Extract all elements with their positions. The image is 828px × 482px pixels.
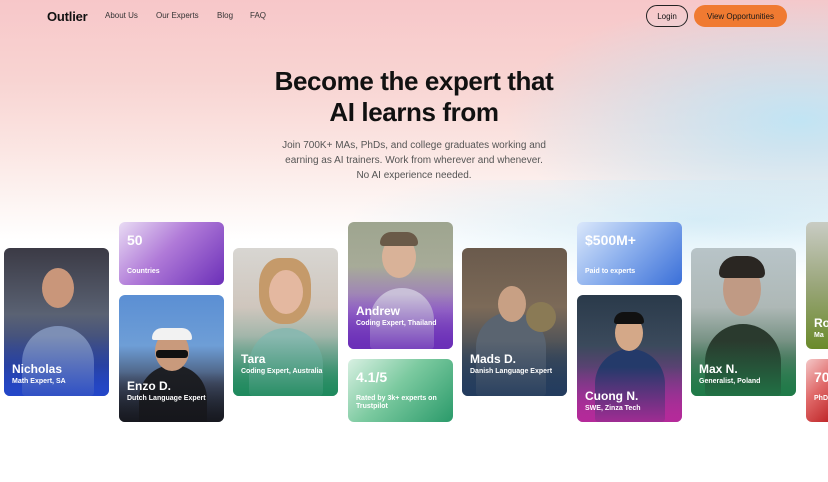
nav-link-about-us[interactable]: About Us: [105, 11, 138, 20]
stat-card-countries: 50 Countries: [119, 222, 224, 285]
logo[interactable]: Outlier: [47, 9, 88, 24]
stat-value: 50: [127, 232, 143, 248]
expert-role: SWE, Zinza Tech: [585, 405, 641, 412]
hero-title: Become the expert that AI learns from: [214, 66, 614, 128]
hero-subtitle-line-1: Join 700K+ MAs, PhDs, and college gradua…: [282, 140, 546, 151]
stat-card-trustpilot: 4.1/5 Rated by 3k+ experts on Trustpilot: [348, 359, 453, 422]
expert-name: Max N.: [699, 362, 738, 376]
expert-name: Ro: [814, 316, 828, 330]
stat-value: 4.1/5: [356, 369, 388, 385]
stat-caption: Paid to experts: [585, 268, 636, 275]
cap-shape: [152, 328, 192, 340]
expert-role: Dutch Language Expert: [127, 395, 206, 402]
expert-card-tara[interactable]: Tara Coding Expert, Australia: [233, 248, 338, 396]
stat-caption: Countries: [127, 268, 160, 275]
hero-title-line-2: AI learns from: [329, 97, 499, 127]
hair-shape: [614, 312, 644, 324]
stat-value: 70: [814, 369, 828, 385]
expert-name: Andrew: [356, 304, 401, 318]
expert-card-cuong[interactable]: Cuong N. SWE, Zinza Tech: [577, 295, 682, 422]
expert-name: Mads D.: [470, 352, 517, 366]
hair-shape: [719, 256, 765, 278]
view-opportunities-button[interactable]: View Opportunities: [694, 5, 787, 27]
expert-card-nicholas[interactable]: Nicholas Math Expert, SA: [4, 248, 109, 396]
stat-card-phd: 70 PhD onb: [806, 359, 828, 422]
stat-caption: Rated by 3k+ experts on Trustpilot: [356, 395, 437, 410]
top-nav: Outlier About Us Our Experts Blog FAQ Lo…: [0, 0, 828, 32]
expert-role: Danish Language Expert: [470, 368, 553, 375]
hero-subtitle-line-3: No AI experience needed.: [356, 170, 472, 181]
nav-link-faq[interactable]: FAQ: [250, 11, 266, 20]
hero-title-line-1: Become the expert that: [274, 66, 554, 96]
expert-name: Nicholas: [12, 362, 63, 376]
expert-role: Math Expert, SA: [12, 378, 66, 385]
nav-link-blog[interactable]: Blog: [217, 11, 233, 20]
expert-name: Cuong N.: [585, 389, 639, 403]
stat-caption: PhD onb: [814, 395, 828, 402]
expert-role: Coding Expert, Thailand: [356, 320, 437, 327]
hero-subtitle: Join 700K+ MAs, PhDs, and college gradua…: [264, 138, 564, 183]
hero-subtitle-line-2: earning as AI trainers. Work from wherev…: [285, 155, 543, 166]
hair-shape: [380, 232, 418, 246]
globe-shape: [526, 302, 556, 332]
expert-name: Enzo D.: [127, 379, 171, 393]
expert-role: Ma: [814, 332, 824, 339]
expert-card-ro[interactable]: Ro Ma: [806, 222, 828, 349]
expert-photo-head: [42, 268, 74, 308]
expert-role: Generalist, Poland: [699, 378, 761, 385]
stat-value: $500M+: [585, 232, 636, 248]
expert-card-enzo[interactable]: Enzo D. Dutch Language Expert: [119, 295, 224, 422]
login-button[interactable]: Login: [646, 5, 688, 27]
sunglasses-shape: [156, 350, 188, 358]
expert-card-andrew[interactable]: Andrew Coding Expert, Thailand: [348, 222, 453, 349]
expert-card-max[interactable]: Max N. Generalist, Poland: [691, 248, 796, 396]
expert-name: Tara: [241, 352, 266, 366]
nav-link-our-experts[interactable]: Our Experts: [156, 11, 199, 20]
expert-card-mads[interactable]: Mads D. Danish Language Expert: [462, 248, 567, 396]
expert-role: Coding Expert, Australia: [241, 368, 323, 375]
stat-card-paid: $500M+ Paid to experts: [577, 222, 682, 285]
